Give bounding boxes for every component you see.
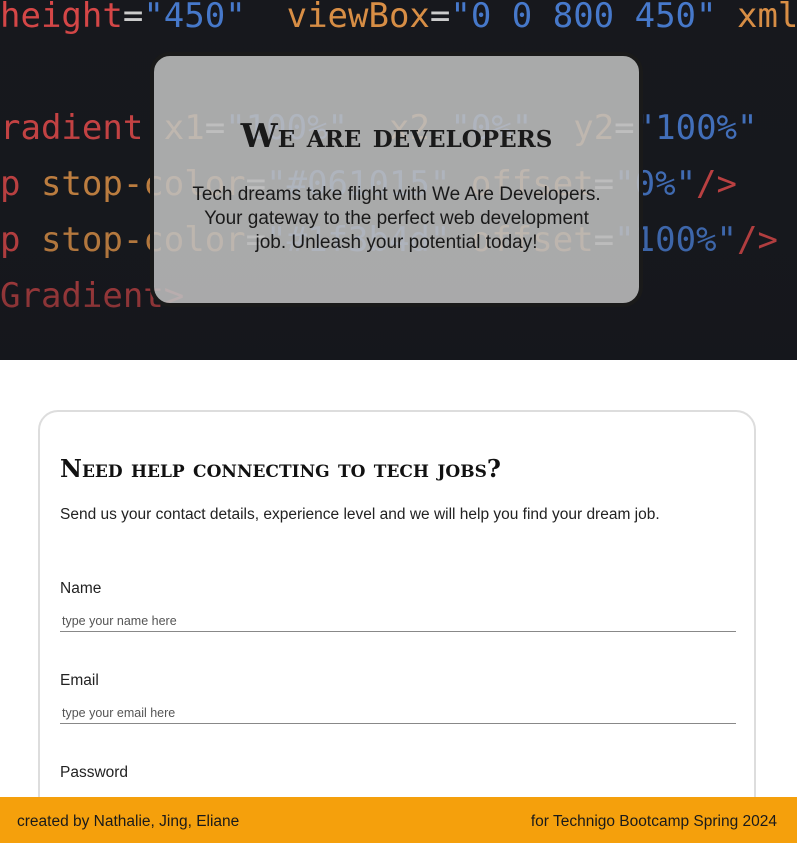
- footer-bootcamp: for Technigo Bootcamp Spring 2024: [530, 813, 777, 830]
- hero-title: We are developers: [240, 116, 553, 155]
- hero-section: height="450" viewBox="0 0 800 450" xmlns…: [0, 0, 797, 360]
- form-title: Need help connecting to tech jobs?: [60, 454, 501, 483]
- email-input[interactable]: [60, 702, 736, 724]
- form-description: Send us your contact details, experience…: [60, 506, 660, 523]
- email-label: Email: [60, 672, 99, 689]
- contact-form-card: Need help connecting to tech jobs? Send …: [38, 410, 756, 843]
- footer: created by Nathalie, Jing, Eliane for Te…: [0, 797, 797, 843]
- name-label: Name: [60, 580, 102, 597]
- hero-description: Tech dreams take flight with We Are Deve…: [192, 184, 601, 253]
- hero-card: We are developers Tech dreams take fligh…: [150, 52, 643, 307]
- name-input[interactable]: [60, 610, 736, 632]
- footer-credits: created by Nathalie, Jing, Eliane: [17, 813, 240, 830]
- password-label: Password: [60, 764, 129, 781]
